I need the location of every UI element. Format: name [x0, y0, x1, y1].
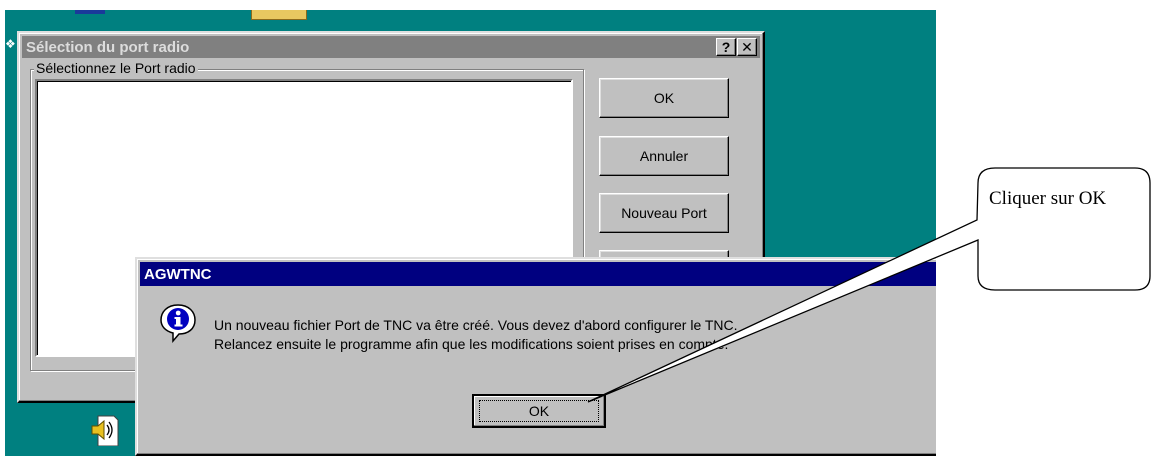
- callout-text: Cliquer sur OK: [989, 188, 1107, 209]
- callout-bubble: [587, 167, 1151, 403]
